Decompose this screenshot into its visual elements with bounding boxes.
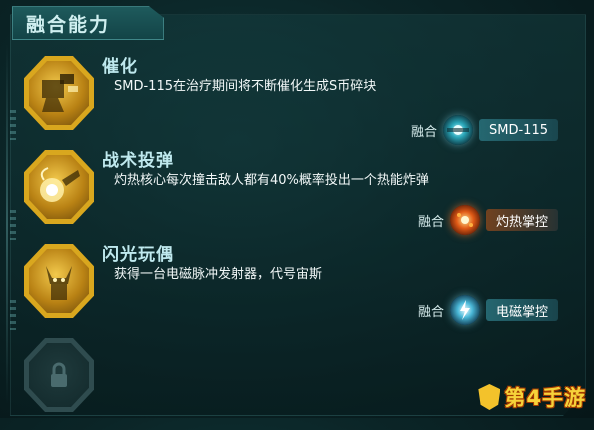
fusion-target: SMD-115	[479, 119, 558, 141]
fusion-label: 融合	[417, 214, 444, 230]
decorative-line	[6, 44, 8, 404]
ability-description: 灼热核心每次撞击敌人都有40%概率投出一个热能炸弹	[114, 173, 429, 188]
panel-title: 融合能力	[26, 14, 111, 36]
fusion-source[interactable]: 融合 电磁掌控	[417, 295, 558, 325]
fusion-target: 电磁掌控	[485, 299, 558, 321]
shield-logo-icon	[478, 384, 501, 410]
drone-icon	[443, 115, 474, 145]
fusion-target: 灼热掌控	[485, 209, 558, 231]
ability-badge[interactable]	[24, 150, 94, 224]
ability-row-catalyze[interactable]: 催化 SMD-115在治疗期间将不断催化生成S币碎块 融合 SMD-115	[16, 52, 584, 148]
ability-badge[interactable]	[24, 56, 94, 130]
ability-description: SMD-115在治疗期间将不断催化生成S币碎块	[114, 79, 377, 94]
locked-badge[interactable]	[24, 338, 94, 412]
fusion-source[interactable]: 融合 SMD-115	[411, 115, 558, 145]
doll-icon	[46, 266, 72, 300]
ability-name: 催化	[102, 57, 138, 77]
site-watermark: 第4手游	[478, 380, 586, 414]
watermark-text: 第4手游	[504, 386, 586, 410]
ability-badge[interactable]	[24, 244, 94, 318]
robot-arm-icon	[42, 74, 78, 112]
lightning-orb-icon	[449, 295, 480, 325]
ability-row-flash-doll[interactable]: 闪光玩偶 获得一台电磁脉冲发射器，代号宙斯 融合 电磁掌控	[16, 240, 584, 336]
ability-name: 闪光玩偶	[102, 245, 174, 265]
fire-orb-icon	[449, 205, 480, 235]
ability-row-tactical-bomb[interactable]: 战术投弹 灼热核心每次撞击敌人都有40%概率投出一个热能炸弹 融合 灼热掌控	[16, 146, 584, 242]
lock-icon	[51, 362, 67, 387]
ability-name: 战术投弹	[102, 151, 174, 171]
fusion-label: 融合	[411, 124, 438, 140]
fusion-label: 融合	[417, 304, 444, 320]
bomb-throw-icon	[40, 167, 80, 202]
ability-description: 获得一台电磁脉冲发射器，代号宙斯	[114, 267, 323, 282]
fusion-source[interactable]: 融合 灼热掌控	[417, 205, 558, 235]
